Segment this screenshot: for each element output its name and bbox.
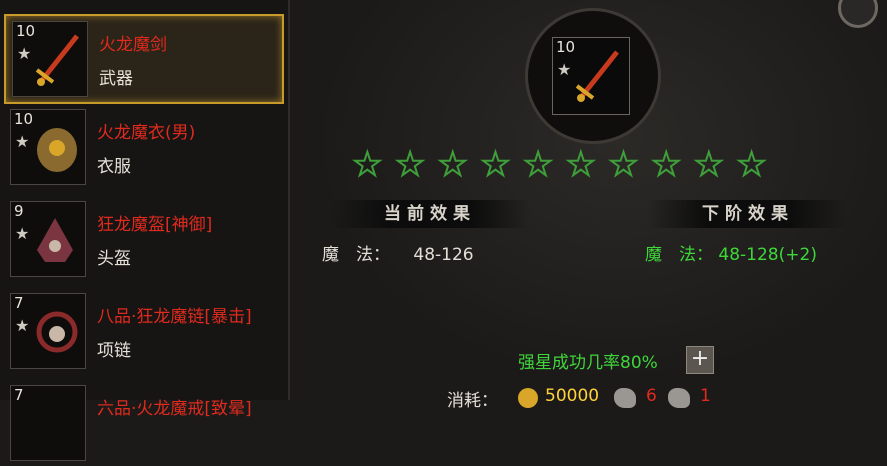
- armor-icon: [37, 128, 77, 172]
- star-icon: ★: [437, 145, 468, 183]
- stat-label: 魔 法：: [645, 245, 713, 265]
- equipment-list: 10 ★ 火龙魔剑 武器 10 ★ 火龙魔衣(男) 衣服 9 ★ 狂龙魔盔[神御…: [0, 0, 290, 461]
- item-type: 武器: [99, 69, 133, 89]
- level-badge: 7: [14, 294, 24, 312]
- list-item[interactable]: 9 ★ 狂龙魔盔[神御] 头盔: [4, 196, 280, 282]
- star-icon: ★: [523, 145, 554, 183]
- star-icon: ★: [480, 145, 511, 183]
- item-slot: 9 ★: [10, 201, 86, 277]
- item-name: 八品·狂龙魔链[暴击]: [97, 307, 252, 327]
- gold-coin-icon: [518, 388, 538, 408]
- star-icon: ★: [395, 145, 426, 183]
- success-rate: 强星成功几率80%: [518, 353, 658, 373]
- star-icon: ★: [651, 145, 682, 183]
- item-slot: 10 ★: [10, 109, 86, 185]
- gold-cost: 50000: [545, 386, 600, 406]
- current-stat: 魔 法： 48-126: [322, 240, 474, 265]
- star-icon: ★: [15, 224, 30, 243]
- item-name: 六品·火龙魔戒[致晕]: [97, 399, 252, 419]
- necklace-icon: [36, 311, 78, 353]
- list-item[interactable]: 7 ★ 八品·狂龙魔链[暴击] 项链: [4, 288, 280, 374]
- cost-label: 消耗：: [447, 391, 498, 411]
- item-name: 狂龙魔盔[神御]: [97, 215, 213, 235]
- helmet-icon: [37, 218, 73, 262]
- sword-icon: [35, 34, 79, 86]
- star-icon: ★: [608, 145, 639, 183]
- ore-cost: 6: [646, 386, 657, 406]
- star-icon: ★: [736, 145, 767, 183]
- item-name: 火龙魔剑: [99, 35, 167, 55]
- current-effect-title: 当前效果: [330, 200, 530, 228]
- star-rating: ★ ★ ★ ★ ★ ★ ★ ★ ★ ★: [352, 145, 767, 183]
- stat-value: 48-126: [413, 245, 474, 265]
- item-name: 火龙魔衣(男): [97, 123, 196, 143]
- item-slot: 7: [10, 385, 86, 461]
- stone-cost: 1: [700, 386, 711, 406]
- add-button[interactable]: +: [686, 346, 714, 374]
- level-badge: 7: [14, 386, 24, 404]
- item-type: 头盔: [97, 249, 131, 269]
- star-icon: ★: [694, 145, 725, 183]
- stone-icon: [668, 388, 690, 408]
- next-stat: 魔 法： 48-128(+2): [645, 240, 817, 265]
- sword-icon: [575, 50, 619, 102]
- stat-label: 魔 法：: [322, 245, 390, 265]
- list-item[interactable]: 7 六品·火龙魔戒[致晕]: [4, 380, 280, 466]
- star-icon: ★: [15, 316, 30, 335]
- item-slot: 10 ★: [12, 21, 88, 97]
- list-item[interactable]: 10 ★ 火龙魔衣(男) 衣服: [4, 104, 280, 190]
- item-type: 项链: [97, 341, 131, 361]
- next-effect-title: 下阶效果: [648, 200, 848, 228]
- selected-item-slot: 10 ★: [552, 37, 630, 115]
- item-type: 衣服: [97, 157, 131, 177]
- star-icon: ★: [15, 132, 30, 151]
- item-slot: 7 ★: [10, 293, 86, 369]
- star-icon: ★: [557, 60, 572, 79]
- star-icon: ★: [17, 44, 32, 63]
- star-icon: ★: [565, 145, 596, 183]
- level-badge: 9: [14, 202, 24, 220]
- stat-value: 48-128(+2): [718, 245, 817, 265]
- star-icon: ★: [352, 145, 383, 183]
- list-item[interactable]: 10 ★ 火龙魔剑 武器: [4, 14, 284, 104]
- ore-icon: [614, 388, 636, 408]
